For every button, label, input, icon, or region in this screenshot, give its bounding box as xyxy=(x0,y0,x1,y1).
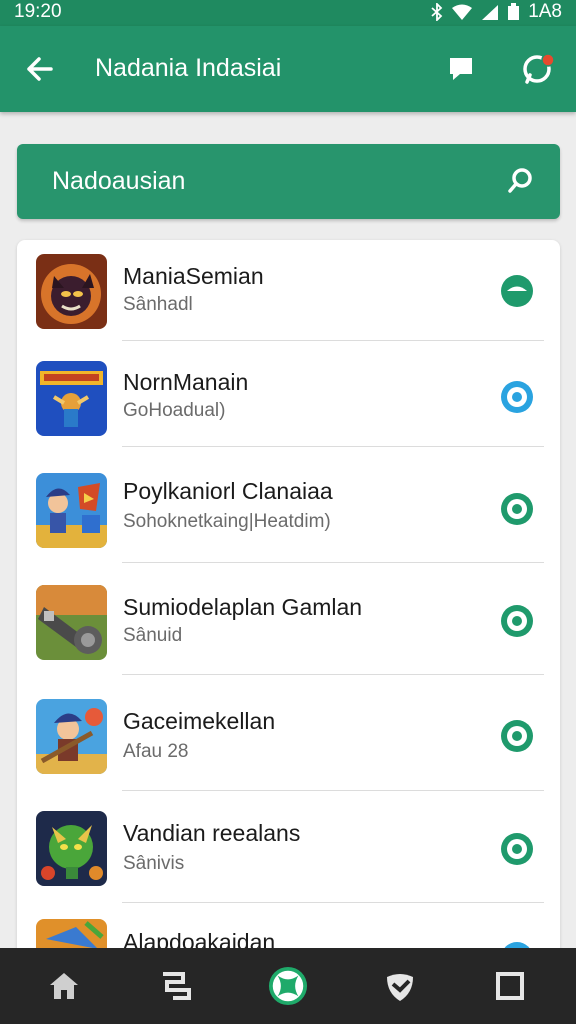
app-name: Poylkaniorl Clanaiaa xyxy=(123,478,333,504)
app-subtitle: Sânuid xyxy=(123,625,183,646)
search-icon[interactable] xyxy=(506,166,536,196)
status-time: 19:20 xyxy=(14,1,62,22)
list-item[interactable]: ManiaSemian Sânhadl xyxy=(17,240,560,341)
status-right-text: 1A8 xyxy=(528,1,562,22)
notifications-button[interactable] xyxy=(516,47,560,91)
home-icon xyxy=(50,973,78,999)
app-name: Vandian reealans xyxy=(123,820,301,846)
app-icon-game-1 xyxy=(36,254,107,329)
app-name: NornManain xyxy=(123,369,249,395)
notification-chat-icon xyxy=(523,53,555,84)
app-icon-game-3 xyxy=(36,473,107,548)
app-icon-game-4 xyxy=(36,585,107,660)
wifi-icon xyxy=(452,4,473,20)
list-item[interactable]: Poylkaniorl Clanaiaa Sohoknetkaing|Heatd… xyxy=(17,447,560,563)
bottom-nav xyxy=(0,948,576,1024)
app-icon-game-5 xyxy=(36,699,107,774)
nav-home[interactable] xyxy=(44,966,84,1006)
status-indicator-icon[interactable] xyxy=(500,274,534,308)
status-indicator-icon[interactable] xyxy=(500,604,534,638)
status-icons: 1A8 xyxy=(431,1,562,23)
search-input[interactable]: Nadoausian xyxy=(52,167,185,196)
app-subtitle: GoHoadual) xyxy=(123,400,226,421)
square-icon xyxy=(496,972,524,1000)
status-indicator-icon[interactable] xyxy=(500,380,534,414)
battery-icon xyxy=(508,3,520,20)
back-arrow-icon xyxy=(27,57,53,81)
chat-button[interactable] xyxy=(439,47,483,91)
app-subtitle: Sohoknetkaing|Heatdim) xyxy=(123,511,331,532)
recent-icon xyxy=(163,972,191,1000)
list-item[interactable]: Gaceimekellan Afau 28 xyxy=(17,675,560,791)
status-bar: 19:20 1A8 xyxy=(0,0,576,26)
page-title: Nadania Indasiai xyxy=(95,54,282,82)
bluetooth-icon xyxy=(431,3,443,21)
nav-xbox[interactable] xyxy=(268,966,308,1006)
list-item[interactable]: Sumiodelaplan Gamlan Sânuid xyxy=(17,563,560,675)
app-icon-game-2 xyxy=(36,361,107,436)
app-list: ManiaSemian Sânhadl NornManain GoHoadual… xyxy=(17,240,560,1000)
app-name: Gaceimekellan xyxy=(123,708,276,734)
shield-icon xyxy=(387,974,413,1001)
status-indicator-icon[interactable] xyxy=(500,492,534,526)
search-bar[interactable]: Nadoausian xyxy=(17,144,560,219)
app-bar: Nadania Indasiai xyxy=(0,26,576,112)
list-item[interactable]: Vandian reealans Sânivis xyxy=(17,791,560,903)
app-name: Sumiodelaplan Gamlan xyxy=(123,594,363,620)
app-subtitle: Sânivis xyxy=(123,853,185,874)
nav-square[interactable] xyxy=(490,966,530,1006)
back-button[interactable] xyxy=(17,47,61,91)
nav-shield[interactable] xyxy=(380,966,420,1006)
signal-icon xyxy=(482,4,499,20)
list-item[interactable]: NornManain GoHoadual) xyxy=(17,341,560,447)
status-indicator-icon[interactable] xyxy=(500,719,534,753)
xbox-icon xyxy=(268,966,308,1006)
nav-recent[interactable] xyxy=(156,966,196,1006)
app-subtitle: Afau 28 xyxy=(123,741,189,762)
app-name: ManiaSemian xyxy=(123,263,264,289)
app-subtitle: Sânhadl xyxy=(123,294,193,315)
chat-icon xyxy=(450,58,472,80)
status-indicator-icon[interactable] xyxy=(500,832,534,866)
app-icon-game-6 xyxy=(36,811,107,886)
